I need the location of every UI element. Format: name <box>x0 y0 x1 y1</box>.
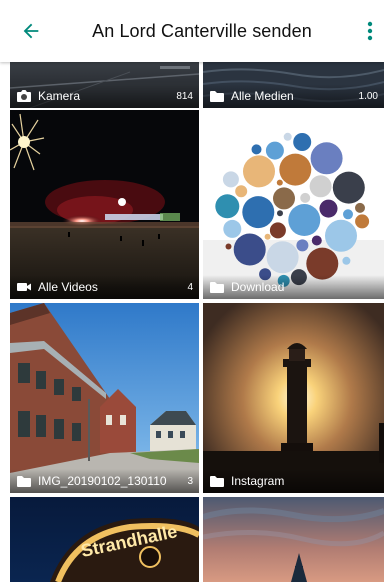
bubble-shape <box>251 144 262 155</box>
bubble-shape <box>283 132 292 141</box>
bubble-shape <box>311 235 322 246</box>
album-thumbnail <box>203 303 384 493</box>
bubble-shape <box>265 141 284 160</box>
app-bar: An Lord Canterville senden <box>0 0 384 62</box>
album-tile-download[interactable]: Download <box>203 110 384 299</box>
back-button[interactable] <box>0 0 62 62</box>
bubble-shape <box>319 199 338 218</box>
album-thumbnail <box>10 110 199 299</box>
page-title: An Lord Canterville senden <box>92 20 312 41</box>
album-tile-img-20190102-130110[interactable]: IMG_20190102_130110 3 <box>10 303 199 493</box>
album-name: Kamera <box>38 89 81 103</box>
album-tile-strandhalle[interactable]: Strandhalle <box>10 497 199 582</box>
bubble-shape <box>269 222 286 239</box>
album-thumbnail <box>10 303 199 493</box>
album-thumbnail <box>203 497 384 582</box>
bubble-shape <box>215 194 240 219</box>
album-label-bar: Kamera 814 <box>10 84 199 108</box>
bubble-shape <box>233 233 266 266</box>
album-grid: Kamera 814 Alle Medien 1.00 Alle Videos … <box>0 62 384 582</box>
bubble-shape <box>325 219 357 252</box>
bubble-shape <box>242 196 275 229</box>
album-label-bar: Alle Medien 1.00 <box>203 84 384 108</box>
album-tile-instagram[interactable]: Instagram <box>203 303 384 493</box>
album-count: 3 <box>187 475 193 487</box>
bubble-shape <box>243 155 275 188</box>
album-thumbnail <box>203 110 384 299</box>
album-name: Download <box>231 280 285 294</box>
album-count: 4 <box>187 281 193 293</box>
more-vertical-icon <box>367 21 373 41</box>
bubble-shape <box>273 187 295 210</box>
bubble-shape <box>355 202 365 213</box>
camera-icon <box>17 90 31 102</box>
bubble-shape <box>293 133 312 151</box>
album-thumbnail: Strandhalle <box>10 497 199 582</box>
album-name: Instagram <box>231 474 285 488</box>
bubble-shape <box>264 233 271 240</box>
album-tile-alle-videos[interactable]: Alle Videos 4 <box>10 110 199 299</box>
bubble-shape <box>279 153 312 186</box>
album-label-bar: Download <box>203 275 384 299</box>
album-label-bar: Alle Videos 4 <box>10 275 199 299</box>
bubble-shape <box>223 219 242 238</box>
folder-icon <box>210 476 224 487</box>
album-count: 1.00 <box>358 90 378 102</box>
bubble-shape <box>332 171 365 204</box>
bubble-shape <box>222 171 239 188</box>
bubble-shape <box>309 175 332 198</box>
folder-icon <box>210 282 224 293</box>
bubble-shape <box>288 204 321 236</box>
bubble-shape <box>277 210 283 217</box>
bubble-shape <box>276 179 283 186</box>
album-tile-dusk[interactable] <box>203 497 384 582</box>
album-label-bar: IMG_20190102_130110 3 <box>10 469 199 493</box>
album-tile-kamera[interactable]: Kamera 814 <box>10 62 199 108</box>
bubble-shape <box>343 209 353 220</box>
video-icon <box>17 283 31 291</box>
bubble-shape <box>355 214 370 229</box>
bubble-shape <box>296 239 309 252</box>
folder-icon <box>17 476 31 487</box>
arrow-left-icon <box>23 23 39 39</box>
album-name: IMG_20190102_130110 <box>38 474 167 488</box>
bubble-shape <box>266 241 299 274</box>
overflow-menu-button[interactable] <box>356 0 384 62</box>
folder-icon <box>210 91 224 102</box>
bubble-shape <box>235 185 248 198</box>
bubble-shape <box>342 256 351 265</box>
album-label-bar: Instagram <box>203 469 384 493</box>
bubble-shape <box>310 142 343 175</box>
bubble-shape <box>300 192 311 203</box>
album-count: 814 <box>176 90 193 102</box>
album-name: Alle Videos <box>38 280 98 294</box>
album-tile-alle-medien[interactable]: Alle Medien 1.00 <box>203 62 384 108</box>
album-name: Alle Medien <box>231 89 294 103</box>
bubble-shape <box>225 243 232 250</box>
